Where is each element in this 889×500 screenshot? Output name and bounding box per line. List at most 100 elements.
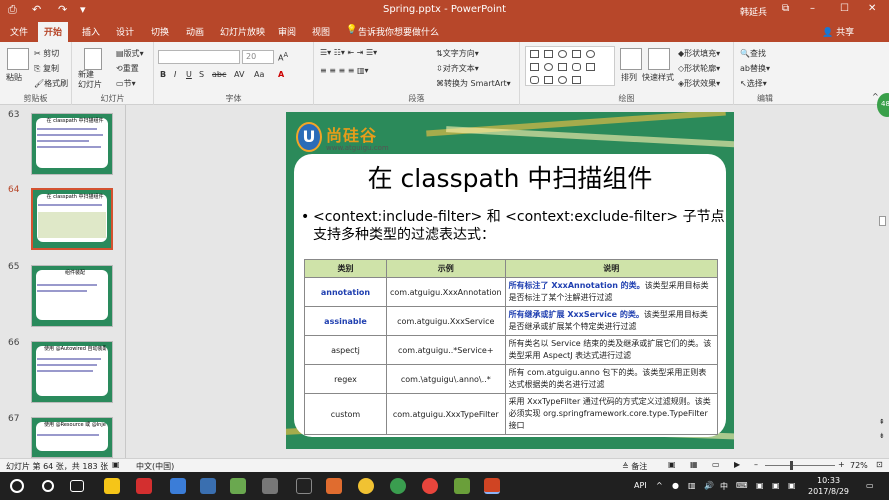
- zoom-in-icon[interactable]: +: [838, 460, 845, 469]
- quick-styles-button[interactable]: 快速样式: [642, 72, 674, 83]
- tab-design[interactable]: 设计: [116, 25, 134, 38]
- find-button[interactable]: 🔍查找: [740, 48, 766, 59]
- tab-transitions[interactable]: 切换: [151, 25, 169, 38]
- oval-icon[interactable]: [586, 50, 595, 58]
- tab-insert[interactable]: 插入: [82, 25, 100, 38]
- tab-review[interactable]: 审阅: [278, 25, 296, 38]
- rectangle-icon[interactable]: [530, 63, 539, 71]
- chrome-icon[interactable]: [422, 478, 438, 494]
- slide-thumbnail-selected[interactable]: 在 classpath 中扫描组件: [31, 188, 113, 250]
- char-spacing-button[interactable]: AV: [234, 70, 244, 79]
- section-button[interactable]: ▭节▾: [116, 78, 136, 89]
- arrange-button[interactable]: 排列: [621, 72, 637, 83]
- font-color-button[interactable]: A: [278, 70, 284, 79]
- tray-app-icon[interactable]: ▣: [772, 481, 780, 490]
- user-name[interactable]: 韩延兵: [740, 5, 767, 18]
- prev-slide-icon[interactable]: ⇞: [879, 418, 885, 426]
- shape-effects-button[interactable]: ◈形状效果▾: [678, 78, 720, 89]
- rounded-rect-icon[interactable]: [572, 63, 581, 71]
- app-icon[interactable]: [358, 478, 374, 494]
- api-tray-text[interactable]: API: [634, 481, 647, 490]
- grow-font-icon[interactable]: AA: [278, 51, 288, 63]
- file-explorer-icon[interactable]: [104, 478, 120, 494]
- system-clock[interactable]: 10:33 2017/8/29: [808, 475, 849, 497]
- cut-button[interactable]: ✂ 剪切: [34, 48, 59, 59]
- floating-badge[interactable]: 48: [877, 93, 889, 117]
- fit-slide-icon[interactable]: ⊡: [876, 460, 883, 469]
- rectangle-icon[interactable]: [544, 76, 553, 84]
- tray-app-icon[interactable]: ▣: [756, 481, 764, 490]
- app-icon[interactable]: [136, 478, 152, 494]
- tab-slideshow[interactable]: 幻灯片放映: [220, 25, 265, 38]
- scroll-thumb[interactable]: [879, 216, 886, 226]
- oval-icon[interactable]: [558, 50, 567, 58]
- tray-app-icon[interactable]: ●: [672, 481, 679, 490]
- app-icon[interactable]: [326, 478, 342, 494]
- tab-animations[interactable]: 动画: [186, 25, 204, 38]
- app-icon[interactable]: [262, 478, 278, 494]
- align-icons[interactable]: ≡ ≡ ≡ ≡ ▥▾: [320, 66, 369, 75]
- shape-outline-button[interactable]: ◇形状轮廓▾: [678, 63, 720, 74]
- bullets-icon[interactable]: ☰▾ ☷▾ ⇤ ⇥ ☰▾: [320, 48, 377, 57]
- smartart-button[interactable]: ⌘转换为 SmartArt▾: [436, 78, 511, 89]
- zoom-out-icon[interactable]: –: [754, 460, 758, 469]
- rounded-rect-icon[interactable]: [530, 76, 539, 84]
- bold-button[interactable]: B: [160, 70, 166, 79]
- format-painter-button[interactable]: 🖌格式刷: [34, 78, 68, 89]
- align-text-button[interactable]: ⇳对齐文本▾: [436, 63, 479, 74]
- slide-thumbnail[interactable]: 在 classpath 中扫描组件: [31, 113, 113, 175]
- rectangle-icon[interactable]: [586, 63, 595, 71]
- tab-file[interactable]: 文件: [10, 25, 28, 38]
- tab-view[interactable]: 视图: [312, 25, 330, 38]
- rectangle-icon[interactable]: [572, 76, 581, 84]
- zoom-level[interactable]: 72%: [850, 461, 868, 470]
- oval-icon[interactable]: [558, 76, 567, 84]
- slide-thumbnail[interactable]: 使用 @Resource 或 @Inject 自动装配 Bean: [31, 417, 113, 458]
- minimize-button[interactable]: –: [810, 3, 815, 14]
- tray-app-icon[interactable]: ▣: [788, 481, 796, 490]
- oval-icon[interactable]: [544, 63, 553, 71]
- spellcheck-icon[interactable]: ▣: [112, 460, 120, 469]
- slide-title[interactable]: 在 classpath 中扫描组件: [286, 159, 734, 195]
- slide-scrollbar[interactable]: ⇞ ⇟: [877, 118, 889, 458]
- font-family-combo[interactable]: [158, 50, 240, 64]
- filter-type-table[interactable]: 类别 示例 说明 annotation com.atguigu.XxxAnnot…: [304, 259, 719, 435]
- normal-view-icon[interactable]: ▣: [668, 460, 676, 469]
- app-icon[interactable]: [170, 478, 186, 494]
- text-direction-button[interactable]: ⇅文字方向▾: [436, 48, 479, 59]
- rectangle-icon[interactable]: [530, 50, 539, 58]
- underline-button[interactable]: U: [186, 70, 192, 79]
- shadow-button[interactable]: S: [199, 70, 204, 79]
- app-icon[interactable]: [230, 478, 246, 494]
- font-size-combo[interactable]: 20: [242, 50, 274, 64]
- italic-button[interactable]: I: [174, 70, 176, 79]
- ime-mode-icon[interactable]: ⌨: [736, 481, 748, 490]
- close-button[interactable]: ✕: [868, 3, 876, 14]
- select-button[interactable]: ↖选择▾: [740, 78, 767, 89]
- tray-chevron-icon[interactable]: ^: [656, 481, 663, 490]
- layout-button[interactable]: ▤版式▾: [116, 48, 144, 59]
- slide-canvas[interactable]: U 尚硅谷 www.atguigu.com 在 classpath 中扫描组件 …: [286, 112, 734, 449]
- rectangle-icon[interactable]: [558, 63, 567, 71]
- new-slide-button[interactable]: 新建 幻灯片: [78, 70, 102, 90]
- powerpoint-taskbar-icon[interactable]: [484, 478, 500, 494]
- slideshow-icon[interactable]: ▶: [734, 460, 740, 469]
- volume-icon[interactable]: 🔊: [704, 481, 714, 490]
- replace-button[interactable]: ab替换▾: [740, 63, 770, 74]
- app-icon[interactable]: [454, 478, 470, 494]
- language-indicator[interactable]: 中文(中国): [136, 461, 174, 472]
- strikethrough-button[interactable]: abc: [212, 70, 226, 79]
- thumbnail-scrollbar[interactable]: [126, 105, 138, 458]
- maximize-button[interactable]: ☐: [840, 3, 849, 14]
- start-icon[interactable]: [10, 479, 24, 493]
- rectangle-icon[interactable]: [544, 50, 553, 58]
- arrange-icon[interactable]: [620, 48, 642, 70]
- rectangle-icon[interactable]: [572, 50, 581, 58]
- share-button[interactable]: 👤 共享: [822, 25, 854, 38]
- app-icon[interactable]: [200, 478, 216, 494]
- slide-thumbnail[interactable]: 使用 @Autowired 自动装配 Bean: [31, 341, 113, 403]
- quick-styles-icon[interactable]: [648, 48, 670, 70]
- notes-button[interactable]: ≜ 备注: [622, 461, 647, 472]
- zoom-slider-thumb[interactable]: [790, 461, 793, 470]
- slide-sorter-icon[interactable]: ▦: [690, 460, 698, 469]
